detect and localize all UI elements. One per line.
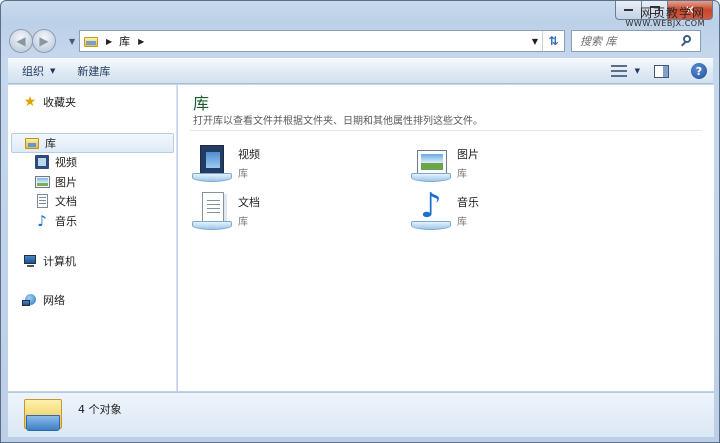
music-library-icon: ♪ xyxy=(411,188,453,232)
sidebar-item-libraries[interactable]: 库 xyxy=(11,133,174,153)
back-arrow-icon: ◀ xyxy=(16,34,26,48)
tile-subtitle: 库 xyxy=(457,169,467,180)
tile-name: 文档 xyxy=(238,196,260,209)
library-tile-videos[interactable]: 视频 库 xyxy=(192,142,392,186)
tile-subtitle: 库 xyxy=(457,217,467,228)
sidebar-item-videos[interactable]: 视频 xyxy=(34,152,77,172)
tile-name: 音乐 xyxy=(457,196,479,209)
libraries-folder-icon xyxy=(84,35,98,47)
sidebar-item-documents[interactable]: 文档 xyxy=(34,191,77,211)
search-input[interactable] xyxy=(580,33,676,49)
video-library-icon xyxy=(192,142,234,184)
divider xyxy=(190,130,702,131)
documents-library-icon xyxy=(192,190,234,232)
star-icon: ★ xyxy=(23,94,37,110)
tile-name: 视频 xyxy=(238,148,260,161)
tile-name: 图片 xyxy=(457,148,479,161)
sidebar-item-label: 收藏夹 xyxy=(43,96,76,109)
video-icon xyxy=(34,154,50,170)
address-history-dropdown-icon[interactable]: ▼ xyxy=(528,37,542,46)
sidebar-item-music[interactable]: ♪ 音乐 xyxy=(34,211,77,231)
sidebar-item-label: 网络 xyxy=(43,294,65,307)
sidebar-item-pictures[interactable]: 图片 xyxy=(34,172,77,192)
new-library-button[interactable]: 新建库 xyxy=(69,60,118,82)
view-options-dropdown-icon[interactable]: ▼ xyxy=(635,67,640,75)
toolbar-right: ▼ ? xyxy=(610,63,713,79)
watermark: 网页教学网 WWW.WEBJX.COM xyxy=(625,6,705,29)
forward-arrow-icon: ▶ xyxy=(39,34,49,48)
sidebar-item-label: 图片 xyxy=(55,176,77,189)
library-tile-music[interactable]: ♪ 音乐 库 xyxy=(411,188,611,234)
help-icon[interactable]: ? xyxy=(691,63,707,79)
sidebar-item-favorites[interactable]: ★ 收藏夹 xyxy=(22,92,76,112)
library-tile-pictures[interactable]: 图片 库 xyxy=(411,142,611,186)
address-bar[interactable]: ▶ 库 ▶ ▼ ⇅ xyxy=(79,30,565,52)
library-tile-documents[interactable]: 文档 库 xyxy=(192,190,392,234)
sidebar-item-label: 文档 xyxy=(55,195,77,208)
command-bar: 组织 ▼ 新建库 ▼ ? xyxy=(8,58,713,84)
tile-subtitle: 库 xyxy=(238,169,248,180)
watermark-url: WWW.WEBJX.COM xyxy=(625,19,705,29)
item-count: 4 个对象 xyxy=(78,403,122,416)
chevron-down-icon: ▼ xyxy=(50,67,56,75)
breadcrumb-libraries[interactable]: 库 xyxy=(119,33,130,49)
sidebar-item-network[interactable]: 网络 xyxy=(22,290,65,310)
address-row: ◀ ▶ ▼ ▶ 库 ▶ ▼ ⇅ xyxy=(9,29,715,53)
sidebar-item-computer[interactable]: 计算机 xyxy=(22,251,76,271)
content-pane: 库 打开库以查看文件并根据文件夹、日期和其他属性排列这些文件。 视频 库 图片 … xyxy=(178,85,714,391)
sidebar-item-label: 视频 xyxy=(55,156,77,169)
organize-button[interactable]: 组织 ▼ xyxy=(14,60,63,82)
sidebar-item-label: 库 xyxy=(45,137,56,150)
navigation-buttons: ◀ ▶ xyxy=(9,29,61,53)
sidebar-item-label: 计算机 xyxy=(43,255,76,268)
back-button[interactable]: ◀ xyxy=(9,29,33,53)
breadcrumb-separator-icon[interactable]: ▶ xyxy=(138,37,144,46)
picture-icon xyxy=(34,174,50,190)
music-note-icon: ♪ xyxy=(37,212,47,230)
refresh-button[interactable]: ⇅ xyxy=(542,31,564,51)
new-library-label: 新建库 xyxy=(77,65,111,78)
computer-icon xyxy=(22,253,38,269)
tile-subtitle: 库 xyxy=(238,217,248,228)
document-icon xyxy=(34,193,50,209)
search-box[interactable] xyxy=(571,30,701,52)
forward-button[interactable]: ▶ xyxy=(32,29,56,53)
recent-pages-dropdown[interactable]: ▼ xyxy=(69,37,77,46)
refresh-icon: ⇅ xyxy=(548,34,559,48)
page-description: 打开库以查看文件并根据文件夹、日期和其他属性排列这些文件。 xyxy=(193,116,483,127)
organize-label: 组织 xyxy=(22,65,44,78)
details-pane: 4 个对象 xyxy=(8,392,714,437)
pictures-library-icon xyxy=(411,142,453,184)
libraries-folder-icon xyxy=(22,397,64,433)
navigation-pane: ★ 收藏夹 库 视频 图片 文档 ♪ 音乐 计算机 网络 xyxy=(8,85,177,391)
explorer-window: ✕ 网页教学网 WWW.WEBJX.COM ◀ ▶ ▼ ▶ 库 ▶ ▼ ⇅ 组织… xyxy=(0,0,720,443)
breadcrumb-separator-icon[interactable]: ▶ xyxy=(106,37,112,46)
libraries-icon xyxy=(24,135,40,151)
page-title: 库 xyxy=(193,94,210,113)
network-icon xyxy=(22,292,38,308)
search-icon[interactable] xyxy=(680,34,694,48)
change-view-icon[interactable] xyxy=(610,64,627,78)
sidebar-item-label: 音乐 xyxy=(55,215,77,228)
preview-pane-icon[interactable] xyxy=(654,64,669,78)
